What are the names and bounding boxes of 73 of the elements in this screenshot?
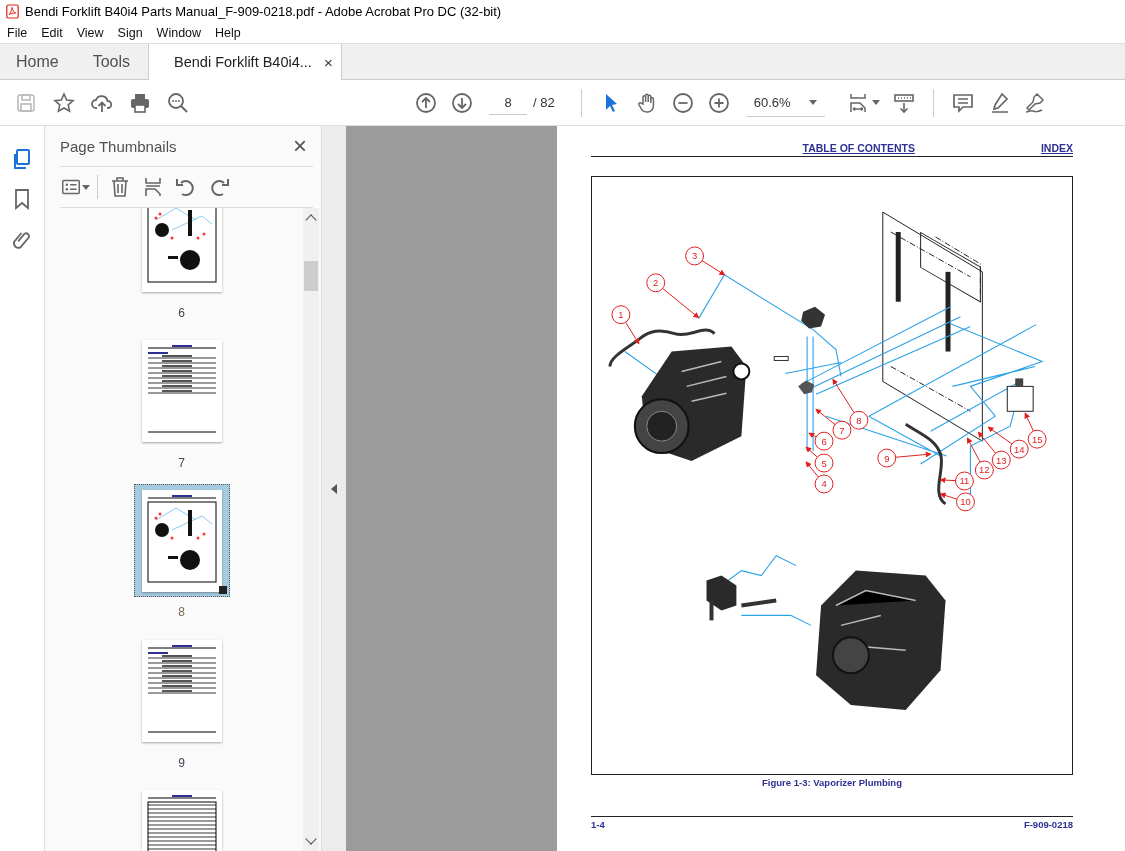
callout-number: 13 bbox=[996, 454, 1007, 466]
close-panel-button[interactable]: × bbox=[287, 132, 313, 160]
callout-circle bbox=[646, 273, 666, 293]
tab[interactable]: Home bbox=[0, 44, 77, 79]
menu-item[interactable]: View bbox=[76, 25, 104, 40]
zoom-dropdown[interactable]: 60.6% bbox=[745, 88, 825, 117]
leader-line bbox=[625, 321, 640, 345]
callout-number: 3 bbox=[691, 250, 698, 262]
resize-handle[interactable] bbox=[218, 586, 227, 594]
tab-label[interactable]: Home bbox=[16, 52, 59, 71]
callout-circle bbox=[832, 420, 852, 440]
menu-item[interactable]: Help bbox=[215, 25, 241, 40]
callout-number: 1 bbox=[618, 309, 624, 321]
callout-number: 2 bbox=[653, 277, 659, 289]
header-link[interactable]: INDEX bbox=[1040, 142, 1073, 154]
callout-circle bbox=[814, 453, 834, 473]
page-number-label: 8 bbox=[178, 605, 185, 619]
arrow-up-circle-icon bbox=[414, 90, 438, 115]
callout-number: 15 bbox=[1031, 433, 1043, 445]
page-number-label: 7 bbox=[178, 456, 185, 470]
page-number-label: 6 bbox=[178, 306, 185, 320]
callout-number: 11 bbox=[959, 475, 970, 487]
page-number-label: 9 bbox=[178, 756, 185, 770]
tab-label[interactable]: Bendi Forklift B40i4... bbox=[174, 54, 312, 70]
callout-number: 8 bbox=[856, 414, 862, 426]
callout-circle bbox=[814, 474, 834, 494]
callout-circle bbox=[991, 450, 1011, 470]
panel-title: Page Thumbnails bbox=[60, 137, 177, 155]
zoom-out-icon bbox=[670, 90, 695, 115]
callout-circle bbox=[956, 492, 975, 512]
callout-number: 7 bbox=[839, 424, 845, 436]
header-link[interactable]: TABLE OF CONTENTS bbox=[802, 142, 915, 154]
page-number: 1-4 bbox=[591, 819, 605, 830]
callout-circle bbox=[685, 246, 705, 266]
zoom-in-icon bbox=[706, 90, 731, 115]
menu-item[interactable]: Window bbox=[156, 25, 202, 40]
menu-item[interactable]: File bbox=[7, 25, 28, 40]
pdf-app-icon bbox=[6, 3, 19, 19]
tab-label[interactable]: Tools bbox=[92, 52, 131, 71]
collapse-panel-icon[interactable] bbox=[331, 483, 337, 494]
callout-number: 12 bbox=[979, 464, 990, 476]
tank-drawing bbox=[1006, 378, 1034, 412]
document-number: F-909-0218 bbox=[1023, 819, 1073, 830]
leader-line bbox=[808, 432, 817, 439]
window-title: Bendi Forklift B40i4 Parts Manual_F-909-0218.pdf - Adobe Acrobat Pro DC (32-bit) bbox=[25, 3, 502, 19]
callout-number: 6 bbox=[821, 435, 827, 447]
callout-number: 10 bbox=[960, 496, 971, 508]
vaporizer-drawing bbox=[801, 306, 826, 329]
callout-circle bbox=[849, 410, 869, 430]
callout-number: 4 bbox=[821, 478, 827, 490]
menu-item[interactable]: Sign bbox=[117, 25, 143, 40]
scrollbar[interactable] bbox=[303, 208, 319, 851]
close-tab-button[interactable]: × bbox=[323, 53, 333, 71]
callout-circle bbox=[877, 448, 897, 468]
search-icon bbox=[166, 90, 190, 115]
star-icon bbox=[52, 90, 76, 115]
page-count: / 82 bbox=[533, 95, 555, 110]
callout-circle bbox=[814, 431, 834, 451]
callout-number: 5 bbox=[821, 457, 827, 469]
callout-circle bbox=[611, 305, 631, 325]
menu-item[interactable]: Edit bbox=[41, 25, 63, 40]
page-thumbnail[interactable] bbox=[133, 484, 230, 597]
tab[interactable]: Bendi Forklift B40i4... × bbox=[148, 44, 342, 80]
bracket-drawing bbox=[798, 380, 815, 395]
callout-circle bbox=[974, 460, 994, 480]
arrow-down-circle-icon bbox=[450, 90, 474, 115]
scrollbar-thumb[interactable] bbox=[304, 261, 318, 291]
figure-caption: Figure 1-3: Vaporizer Plumbing bbox=[761, 777, 903, 788]
fitting-drawing bbox=[773, 356, 789, 361]
callout-number: 14 bbox=[1013, 443, 1025, 455]
tab[interactable]: Tools bbox=[76, 44, 149, 79]
callout-circle bbox=[955, 471, 974, 491]
callout-number: 9 bbox=[884, 452, 890, 464]
